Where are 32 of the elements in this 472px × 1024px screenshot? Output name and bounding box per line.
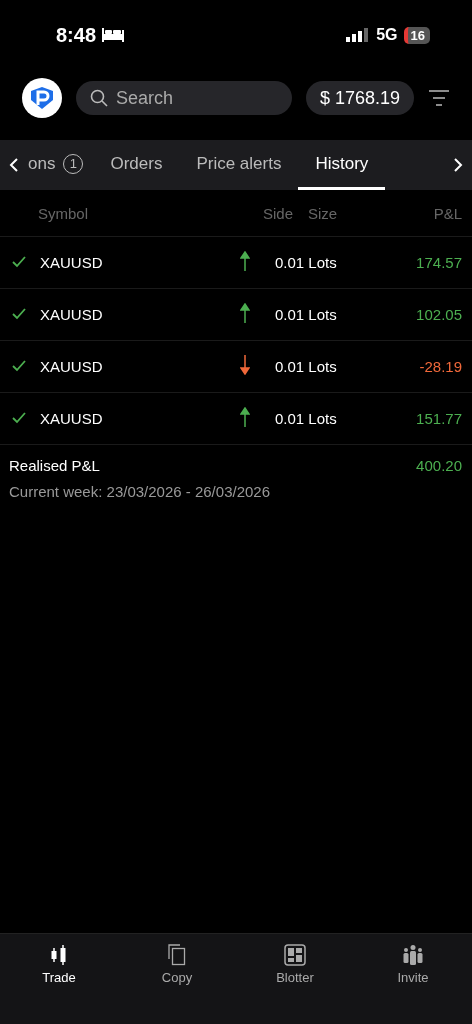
network-label: 5G (376, 26, 398, 44)
column-header: Size (308, 204, 339, 222)
pnl-cell: 174.57 (416, 254, 462, 271)
tab[interactable]: Price alerts (179, 140, 299, 190)
balance-button[interactable]: $ 1768.19 (305, 81, 414, 115)
nav-item[interactable]: Blotter (236, 934, 354, 1024)
search-field[interactable]: Search (76, 81, 292, 115)
pnl-cell: 151.77 (416, 410, 462, 427)
symbol-cell-text: XAUUSD (40, 306, 104, 323)
pnl-cell: 102.05 (416, 306, 462, 323)
pnl-cell: -28.19 (419, 358, 462, 375)
size-cell-text: 0.01 Lots (275, 254, 338, 271)
size-cell-text: 0.01 Lots (275, 306, 338, 323)
nav-item[interactable]: Trade (0, 934, 118, 1024)
column-header: Symbol (38, 204, 90, 222)
symbol-cell-text: XAUUSD (40, 410, 104, 427)
tab[interactable]: ons 1 (28, 140, 94, 190)
period-text: Current week: 23/03/2026 - 26/03/2026 (9, 483, 271, 500)
symbol-cell-text: XAUUSD (40, 358, 104, 375)
tab[interactable]: History (298, 140, 386, 190)
nav-item[interactable]: Invite (354, 934, 472, 1024)
size-cell-text: 0.01 Lots (275, 410, 338, 427)
size-cell-text: 0.01 Lots (275, 358, 338, 375)
column-header: P&L (432, 204, 462, 222)
tab[interactable]: Orders (93, 140, 180, 190)
status-time: 8:48 (56, 23, 97, 47)
realised-pnl-label: Realised P&L (9, 457, 100, 474)
battery-indicator: 16 (403, 26, 430, 44)
nav-item[interactable]: Copy (118, 934, 236, 1024)
column-header: Side (263, 204, 295, 222)
symbol-cell-text: XAUUSD (40, 254, 104, 271)
realised-pnl-value: 400.20 (416, 457, 462, 474)
